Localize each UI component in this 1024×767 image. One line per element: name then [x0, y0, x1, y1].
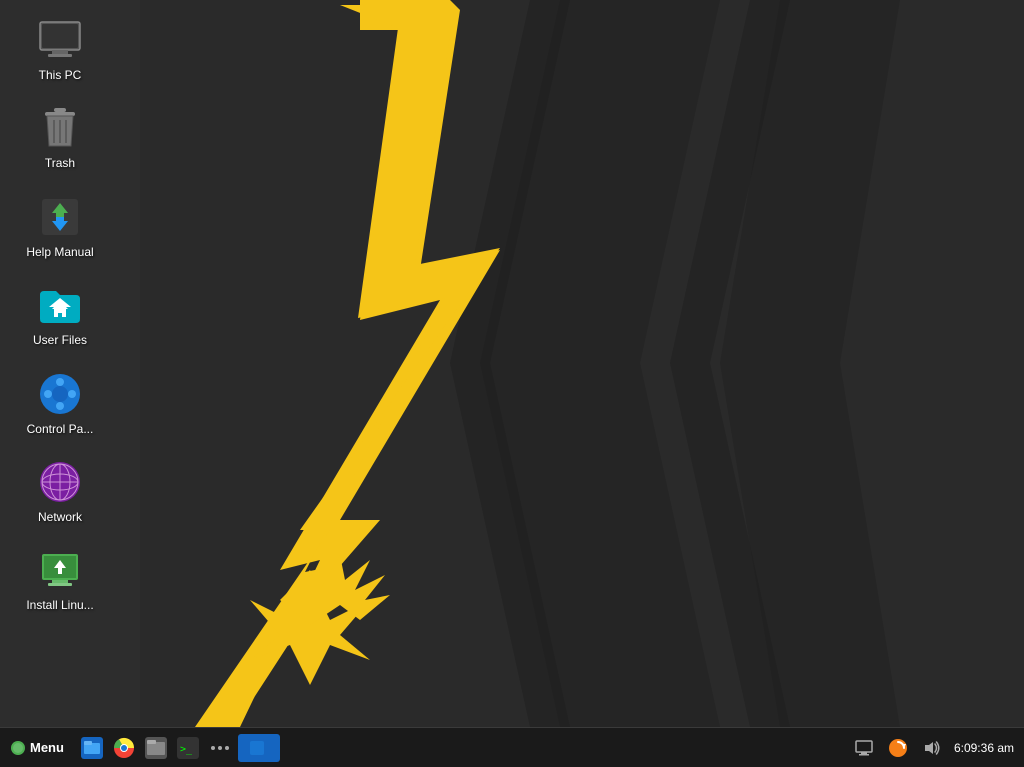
taskbar-apps: >_ — [74, 734, 238, 762]
desktop-icon-help-manual[interactable]: Help Manual — [15, 187, 105, 265]
taskbar-more-button[interactable] — [206, 734, 234, 762]
volume-tray-icon[interactable] — [918, 734, 946, 762]
install-linux-label: Install Linu... — [26, 598, 93, 612]
taskbar: Menu — [0, 727, 1024, 767]
network-label: Network — [38, 510, 82, 524]
help-manual-icon — [36, 193, 84, 241]
active-window-button[interactable] — [238, 734, 280, 762]
desktop-icon-this-pc[interactable]: This PC — [15, 10, 105, 88]
svg-text:>_: >_ — [180, 744, 193, 755]
network-icon — [36, 458, 84, 506]
system-tray — [850, 734, 946, 762]
desktop: This PC Trash — [0, 0, 1024, 727]
desktop-icons-container: This PC Trash — [15, 10, 105, 619]
control-panel-icon — [36, 370, 84, 418]
menu-leaf-icon — [10, 740, 26, 756]
screen-tray-icon[interactable] — [850, 734, 878, 762]
taskbar-file-manager-button[interactable] — [142, 734, 170, 762]
file-manager-icon — [145, 737, 167, 759]
user-files-icon — [36, 281, 84, 329]
taskbar-time: 6:09:36 am — [954, 741, 1014, 755]
taskbar-terminal-button[interactable]: >_ — [174, 734, 202, 762]
active-window-icon — [250, 741, 264, 755]
trash-icon — [36, 104, 84, 152]
taskbar-chrome-button[interactable] — [110, 734, 138, 762]
help-manual-label: Help Manual — [26, 245, 93, 259]
install-linux-icon — [36, 546, 84, 594]
taskbar-menu-button[interactable]: Menu — [0, 728, 74, 767]
volume-icon — [923, 740, 941, 756]
update-icon — [888, 738, 908, 758]
chrome-icon — [113, 737, 135, 759]
desktop-background — [0, 0, 1024, 727]
taskbar-files-app-button[interactable] — [78, 734, 106, 762]
this-pc-icon — [36, 16, 84, 64]
this-pc-label: This PC — [39, 68, 82, 82]
update-tray-icon[interactable] — [884, 734, 912, 762]
trash-label: Trash — [45, 156, 75, 170]
files-blue-icon — [81, 737, 103, 759]
screen-icon — [855, 740, 873, 756]
more-icon — [209, 737, 231, 759]
desktop-icon-control-panel[interactable]: Control Pa... — [15, 364, 105, 442]
user-files-label: User Files — [33, 333, 87, 347]
terminal-icon: >_ — [177, 737, 199, 759]
desktop-icon-trash[interactable]: Trash — [15, 98, 105, 176]
taskbar-right: 6:09:36 am — [850, 728, 1024, 767]
desktop-icon-install-linux[interactable]: Install Linu... — [15, 540, 105, 618]
menu-label: Menu — [30, 740, 64, 755]
desktop-icon-user-files[interactable]: User Files — [15, 275, 105, 353]
desktop-icon-network[interactable]: Network — [15, 452, 105, 530]
control-panel-label: Control Pa... — [27, 422, 94, 436]
